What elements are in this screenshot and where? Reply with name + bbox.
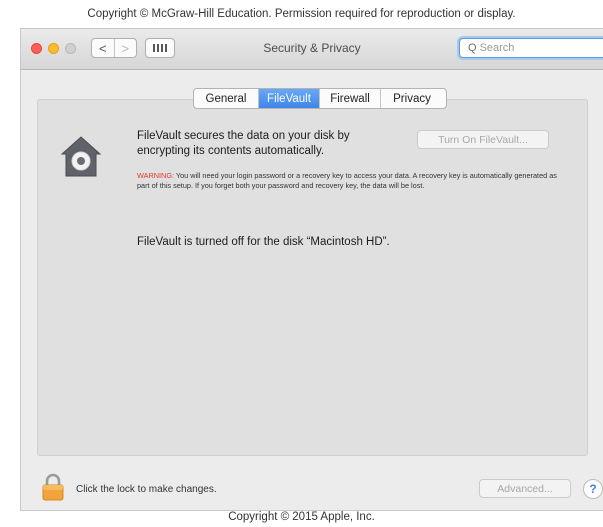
security-privacy-window: < > Security & Privacy Q Search General F…	[20, 28, 603, 511]
search-icon: Q	[468, 42, 477, 54]
tab-firewall[interactable]: Firewall	[319, 89, 380, 108]
search-placeholder: Search	[479, 42, 515, 54]
warning-text: You will need your login password or a r…	[137, 171, 557, 190]
house-safe-icon	[60, 136, 102, 177]
filevault-description: FileVault secures the data on your disk …	[137, 130, 350, 157]
warning-label: WARNING:	[137, 171, 175, 180]
tab-filevault[interactable]: FileVault	[258, 89, 319, 108]
turn-on-filevault-button[interactable]: Turn On FileVault...	[417, 130, 549, 149]
title-bar: < > Security & Privacy Q Search	[21, 29, 603, 70]
help-button[interactable]: ?	[583, 479, 603, 499]
tab-bar: General FileVault Firewall Privacy	[193, 88, 447, 109]
copyright-caption-top: Copyright © McGraw-Hill Education. Permi…	[87, 8, 516, 20]
advanced-button[interactable]: Advanced...	[479, 479, 571, 498]
tab-privacy[interactable]: Privacy	[380, 89, 443, 108]
tab-general[interactable]: General	[194, 89, 258, 108]
lock-icon[interactable]	[41, 473, 65, 501]
filevault-status: FileVault is turned off for the disk “Ma…	[137, 236, 390, 248]
warning-message: WARNING: You will need your login passwo…	[137, 171, 557, 190]
search-field[interactable]: Q Search	[459, 38, 603, 58]
copyright-caption-bottom: Copyright © 2015 Apple, Inc.	[228, 511, 375, 523]
lock-instruction: Click the lock to make changes.	[76, 484, 217, 495]
